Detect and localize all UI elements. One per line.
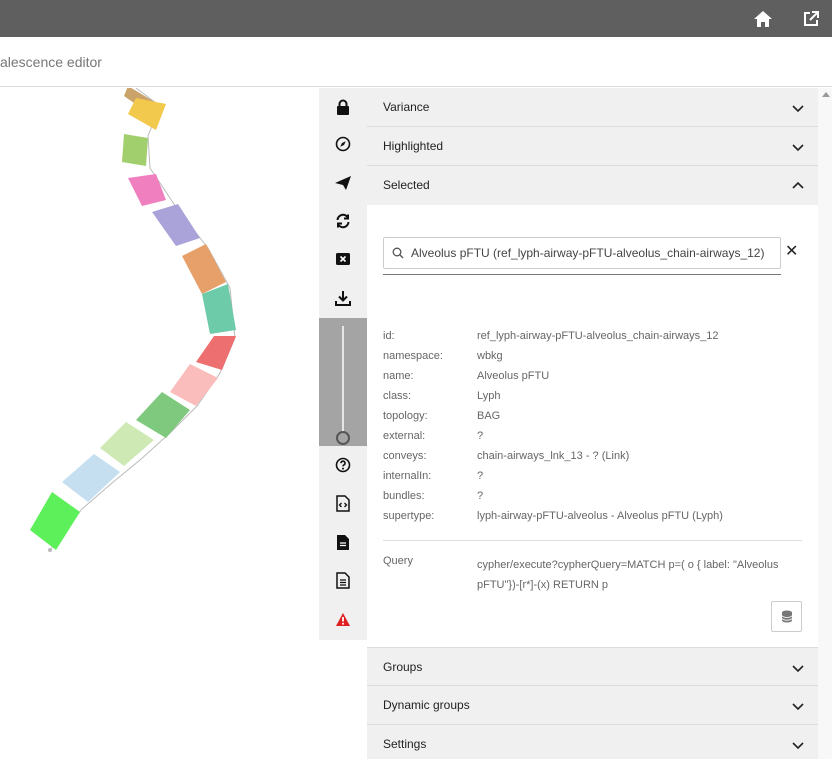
search-input[interactable]: Alveolus pFTU (ref_lyph-airway-pFTU-alve… [383,237,781,269]
download-icon[interactable] [319,279,367,317]
document-icon[interactable] [319,561,367,599]
search-icon [392,247,404,259]
section-selected-label: Selected [383,178,430,192]
property-key: supertype: [383,510,435,522]
chevron-down-icon [792,144,804,152]
zoom-slider[interactable] [319,318,367,446]
section-highlighted[interactable]: Highlighted [367,127,818,166]
search-value: Alveolus pFTU (ref_lyph-airway-pFTU-alve… [411,246,765,260]
top-bar [0,0,832,37]
divider [383,540,802,541]
lyph-node[interactable] [30,492,80,550]
home-icon[interactable] [752,8,774,30]
help-icon[interactable] [319,446,367,484]
lyph-chain-graph[interactable] [0,88,319,759]
property-key: topology: [383,410,428,422]
property-key: class: [383,390,412,402]
database-icon [781,610,792,623]
property-key: name: [383,370,414,382]
lyph-node[interactable] [128,98,166,130]
property-key: external: [383,430,426,442]
side-toolbar [319,88,367,640]
right-panel: Variance Highlighted Selected Alveolus p… [367,88,818,759]
graph-canvas[interactable] [0,88,319,759]
slider-track [342,326,344,434]
property-key: bundles: [383,490,425,502]
search-field[interactable]: Alveolus pFTU (ref_lyph-airway-pFTU-alve… [383,237,781,275]
section-settings[interactable]: Settings [367,725,818,764]
warning-icon[interactable] [319,600,367,638]
section-variance-label: Variance [383,100,430,114]
chevron-down-icon [792,742,804,750]
chevron-down-icon [792,105,804,113]
property-value: wbkg [477,350,503,362]
lyph-node[interactable] [136,392,190,438]
refresh-icon[interactable] [319,202,367,240]
lyph-node[interactable] [62,454,120,502]
property-value: ? [477,490,484,502]
query-label: Query [383,555,413,567]
section-highlighted-label: Highlighted [383,139,444,153]
section-variance[interactable]: Variance [367,88,818,127]
scroll-up-arrow[interactable] [822,92,830,97]
lyph-node[interactable] [128,174,166,206]
section-settings-label: Settings [383,737,427,751]
query-value: cypher/execute?cypherQuery=MATCH p=( o {… [477,559,779,591]
property-value: lyph-airway-pFTU-alveolus - Alveolus pFT… [477,510,723,522]
property-value: Lyph [477,390,501,402]
section-selected[interactable]: Selected [367,166,818,205]
compass-icon[interactable] [319,125,367,163]
lyph-node[interactable] [122,134,148,166]
property-value: ? [477,470,484,482]
title-bar: alescence editor [0,37,832,87]
property-value: ref_lyph-airway-pFTU-alveolus_chain-airw… [477,330,719,342]
slider-thumb[interactable] [336,431,350,445]
section-groups-label: Groups [383,660,423,674]
lyph-node[interactable] [170,364,218,406]
send-icon[interactable] [319,164,367,202]
file-icon[interactable] [319,523,367,561]
selected-details: Alveolus pFTU (ref_lyph-airway-pFTU-alve… [367,205,818,647]
chain-end-node [48,548,52,552]
section-groups[interactable]: Groups [367,647,818,686]
lyph-node[interactable] [196,336,236,370]
open-external-icon[interactable] [800,8,822,30]
lyph-node[interactable] [202,284,236,334]
chevron-down-icon [792,665,804,673]
property-value: chain-airways_lnk_13 - ? (Link) [477,450,630,462]
property-key: internalIn: [383,470,432,482]
lock-icon[interactable] [319,88,367,126]
section-dynamic-groups[interactable]: Dynamic groups [367,686,818,725]
panel-scrollbar[interactable] [818,88,832,759]
lyph-node[interactable] [152,204,200,246]
run-query-button[interactable] [771,601,802,632]
code-file-icon[interactable] [319,484,367,522]
clear-search-button[interactable]: ✕ [785,241,798,261]
property-key: id: [383,330,395,342]
page-title: alescence editor [0,54,102,70]
chevron-up-icon [792,181,804,189]
property-value: Alveolus pFTU [477,370,550,382]
property-key: namespace: [383,350,443,362]
property-value: BAG [477,410,501,422]
section-dynamic-groups-label: Dynamic groups [383,698,470,712]
lyph-node[interactable] [100,422,154,466]
property-key: conveys: [383,450,427,462]
close-box-icon[interactable] [319,240,367,278]
property-value: ? [477,430,484,442]
chevron-down-icon [792,703,804,711]
